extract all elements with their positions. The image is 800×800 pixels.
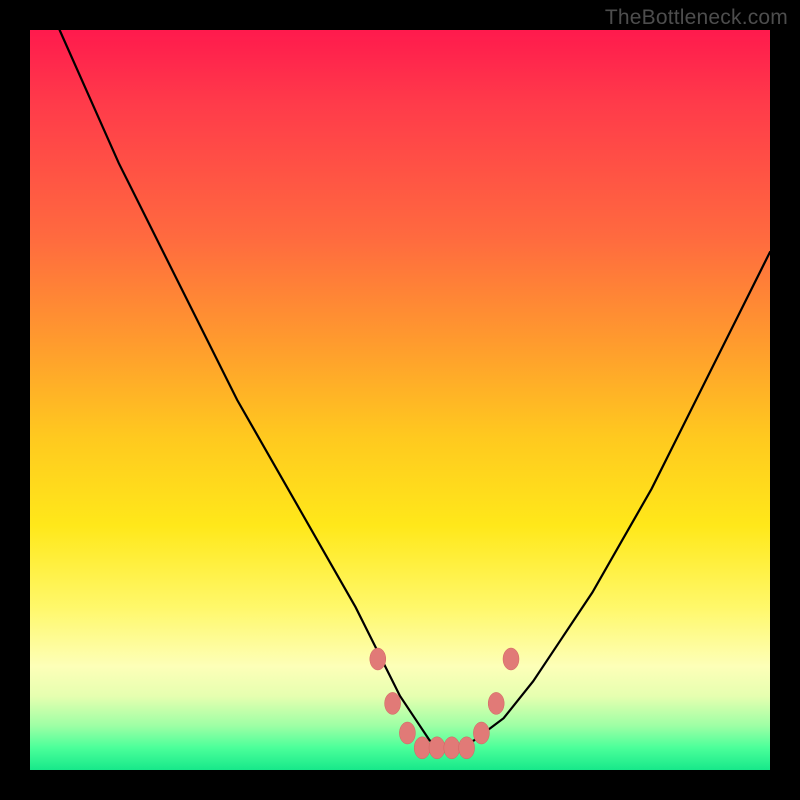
curve-marker — [503, 648, 519, 670]
chart-frame: TheBottleneck.com — [0, 0, 800, 800]
curve-layer — [30, 30, 770, 770]
markers-group — [370, 648, 519, 759]
curve-marker — [429, 737, 445, 759]
curve-marker — [414, 737, 430, 759]
bottleneck-curve — [60, 30, 770, 748]
curve-marker — [385, 692, 401, 714]
curve-marker — [399, 722, 415, 744]
curve-marker — [488, 692, 504, 714]
plot-area — [30, 30, 770, 770]
curve-marker — [370, 648, 386, 670]
curve-marker — [473, 722, 489, 744]
curve-marker — [444, 737, 460, 759]
curve-marker — [459, 737, 475, 759]
watermark-text: TheBottleneck.com — [605, 6, 788, 30]
